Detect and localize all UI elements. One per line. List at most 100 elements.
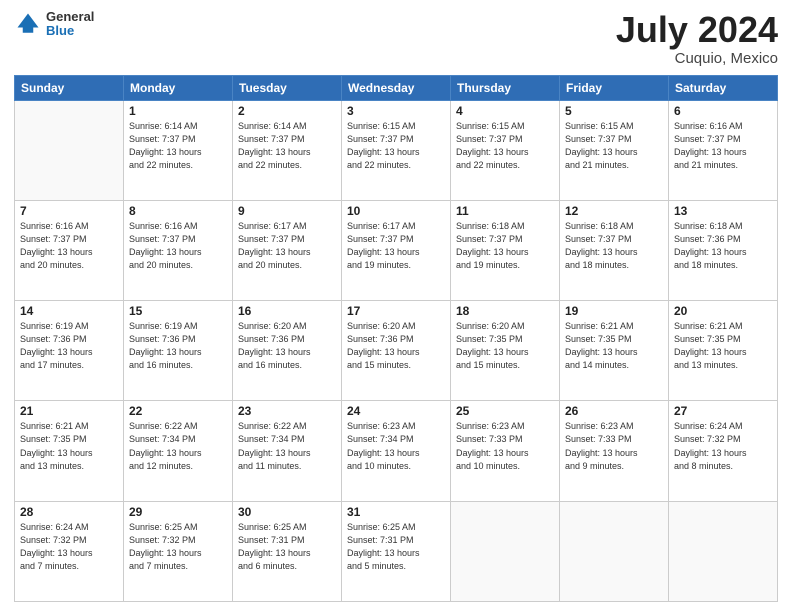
week-row-5: 28 Sunrise: 6:24 AM Sunset: 7:32 PM Dayli…: [15, 501, 778, 601]
day-info: Sunrise: 6:21 AM Sunset: 7:35 PM Dayligh…: [565, 320, 663, 372]
calendar-cell: 11 Sunrise: 6:18 AM Sunset: 7:37 PM Dayli…: [451, 200, 560, 300]
calendar-cell: 14 Sunrise: 6:19 AM Sunset: 7:36 PM Dayli…: [15, 301, 124, 401]
day-info: Sunrise: 6:16 AM Sunset: 7:37 PM Dayligh…: [674, 120, 772, 172]
calendar-cell: 10 Sunrise: 6:17 AM Sunset: 7:37 PM Dayli…: [342, 200, 451, 300]
calendar-cell: 12 Sunrise: 6:18 AM Sunset: 7:37 PM Dayli…: [560, 200, 669, 300]
day-info: Sunrise: 6:17 AM Sunset: 7:37 PM Dayligh…: [347, 220, 445, 272]
calendar-cell: [669, 501, 778, 601]
day-info: Sunrise: 6:16 AM Sunset: 7:37 PM Dayligh…: [129, 220, 227, 272]
calendar-cell: 19 Sunrise: 6:21 AM Sunset: 7:35 PM Dayli…: [560, 301, 669, 401]
day-number: 18: [456, 304, 554, 318]
title-month: July 2024: [616, 10, 778, 50]
calendar-header-sunday: Sunday: [15, 75, 124, 100]
day-number: 13: [674, 204, 772, 218]
day-info: Sunrise: 6:17 AM Sunset: 7:37 PM Dayligh…: [238, 220, 336, 272]
day-number: 10: [347, 204, 445, 218]
day-number: 9: [238, 204, 336, 218]
calendar-cell: 9 Sunrise: 6:17 AM Sunset: 7:37 PM Daylig…: [233, 200, 342, 300]
calendar-cell: [15, 100, 124, 200]
day-number: 17: [347, 304, 445, 318]
day-number: 11: [456, 204, 554, 218]
day-number: 22: [129, 404, 227, 418]
header: General Blue July 2024 Cuquio, Mexico: [14, 10, 778, 67]
page-container: General Blue July 2024 Cuquio, Mexico Su…: [0, 0, 792, 612]
day-info: Sunrise: 6:18 AM Sunset: 7:37 PM Dayligh…: [456, 220, 554, 272]
day-info: Sunrise: 6:22 AM Sunset: 7:34 PM Dayligh…: [238, 420, 336, 472]
day-number: 1: [129, 104, 227, 118]
day-number: 5: [565, 104, 663, 118]
day-info: Sunrise: 6:24 AM Sunset: 7:32 PM Dayligh…: [20, 521, 118, 573]
day-number: 31: [347, 505, 445, 519]
day-number: 4: [456, 104, 554, 118]
calendar-cell: 6Sunrise: 6:16 AM Sunset: 7:37 PM Daylig…: [669, 100, 778, 200]
day-info: Sunrise: 6:19 AM Sunset: 7:36 PM Dayligh…: [20, 320, 118, 372]
calendar-cell: 20 Sunrise: 6:21 AM Sunset: 7:35 PM Dayli…: [669, 301, 778, 401]
day-info: Sunrise: 6:21 AM Sunset: 7:35 PM Dayligh…: [674, 320, 772, 372]
calendar-header-tuesday: Tuesday: [233, 75, 342, 100]
week-row-4: 21Sunrise: 6:21 AM Sunset: 7:35 PM Dayli…: [15, 401, 778, 501]
day-number: 25: [456, 404, 554, 418]
day-info: Sunrise: 6:20 AM Sunset: 7:36 PM Dayligh…: [347, 320, 445, 372]
day-info: Sunrise: 6:18 AM Sunset: 7:37 PM Dayligh…: [565, 220, 663, 272]
calendar-cell: 23Sunrise: 6:22 AM Sunset: 7:34 PM Dayli…: [233, 401, 342, 501]
calendar-cell: [560, 501, 669, 601]
calendar-cell: 30Sunrise: 6:25 AM Sunset: 7:31 PM Dayli…: [233, 501, 342, 601]
title-block: July 2024 Cuquio, Mexico: [616, 10, 778, 67]
logo-blue: Blue: [46, 24, 94, 38]
week-row-1: 1 Sunrise: 6:14 AM Sunset: 7:37 PM Daylig…: [15, 100, 778, 200]
day-number: 15: [129, 304, 227, 318]
calendar-cell: 24 Sunrise: 6:23 AM Sunset: 7:34 PM Dayli…: [342, 401, 451, 501]
day-info: Sunrise: 6:15 AM Sunset: 7:37 PM Dayligh…: [456, 120, 554, 172]
calendar-cell: 17 Sunrise: 6:20 AM Sunset: 7:36 PM Dayli…: [342, 301, 451, 401]
day-info: Sunrise: 6:21 AM Sunset: 7:35 PM Dayligh…: [20, 420, 118, 472]
calendar-header-row: SundayMondayTuesdayWednesdayThursdayFrid…: [15, 75, 778, 100]
day-info: Sunrise: 6:20 AM Sunset: 7:35 PM Dayligh…: [456, 320, 554, 372]
day-info: Sunrise: 6:16 AM Sunset: 7:37 PM Dayligh…: [20, 220, 118, 272]
day-number: 2: [238, 104, 336, 118]
week-row-3: 14 Sunrise: 6:19 AM Sunset: 7:36 PM Dayli…: [15, 301, 778, 401]
calendar-cell: 31 Sunrise: 6:25 AM Sunset: 7:31 PM Dayli…: [342, 501, 451, 601]
week-row-2: 7 Sunrise: 6:16 AM Sunset: 7:37 PM Daylig…: [15, 200, 778, 300]
calendar-cell: 18 Sunrise: 6:20 AM Sunset: 7:35 PM Dayli…: [451, 301, 560, 401]
calendar-cell: 7 Sunrise: 6:16 AM Sunset: 7:37 PM Daylig…: [15, 200, 124, 300]
day-info: Sunrise: 6:23 AM Sunset: 7:34 PM Dayligh…: [347, 420, 445, 472]
day-number: 3: [347, 104, 445, 118]
day-info: Sunrise: 6:24 AM Sunset: 7:32 PM Dayligh…: [674, 420, 772, 472]
calendar-header-monday: Monday: [124, 75, 233, 100]
calendar-cell: 25 Sunrise: 6:23 AM Sunset: 7:33 PM Dayli…: [451, 401, 560, 501]
day-number: 12: [565, 204, 663, 218]
day-number: 28: [20, 505, 118, 519]
day-info: Sunrise: 6:23 AM Sunset: 7:33 PM Dayligh…: [456, 420, 554, 472]
logo-text: General Blue: [46, 10, 94, 39]
calendar-cell: 27Sunrise: 6:24 AM Sunset: 7:32 PM Dayli…: [669, 401, 778, 501]
calendar-cell: 2 Sunrise: 6:14 AM Sunset: 7:37 PM Daylig…: [233, 100, 342, 200]
day-number: 19: [565, 304, 663, 318]
day-number: 26: [565, 404, 663, 418]
logo-icon: [14, 10, 42, 38]
day-info: Sunrise: 6:14 AM Sunset: 7:37 PM Dayligh…: [238, 120, 336, 172]
day-info: Sunrise: 6:25 AM Sunset: 7:31 PM Dayligh…: [238, 521, 336, 573]
day-number: 24: [347, 404, 445, 418]
day-info: Sunrise: 6:14 AM Sunset: 7:37 PM Dayligh…: [129, 120, 227, 172]
calendar-cell: 29 Sunrise: 6:25 AM Sunset: 7:32 PM Dayli…: [124, 501, 233, 601]
day-number: 20: [674, 304, 772, 318]
calendar-cell: 3Sunrise: 6:15 AM Sunset: 7:37 PM Daylig…: [342, 100, 451, 200]
calendar-cell: 21Sunrise: 6:21 AM Sunset: 7:35 PM Dayli…: [15, 401, 124, 501]
calendar-cell: 26Sunrise: 6:23 AM Sunset: 7:33 PM Dayli…: [560, 401, 669, 501]
day-number: 14: [20, 304, 118, 318]
day-number: 7: [20, 204, 118, 218]
day-info: Sunrise: 6:22 AM Sunset: 7:34 PM Dayligh…: [129, 420, 227, 472]
calendar-header-thursday: Thursday: [451, 75, 560, 100]
day-info: Sunrise: 6:25 AM Sunset: 7:32 PM Dayligh…: [129, 521, 227, 573]
day-info: Sunrise: 6:19 AM Sunset: 7:36 PM Dayligh…: [129, 320, 227, 372]
day-info: Sunrise: 6:20 AM Sunset: 7:36 PM Dayligh…: [238, 320, 336, 372]
calendar-cell: 1 Sunrise: 6:14 AM Sunset: 7:37 PM Daylig…: [124, 100, 233, 200]
title-location: Cuquio, Mexico: [616, 50, 778, 67]
calendar-cell: 16Sunrise: 6:20 AM Sunset: 7:36 PM Dayli…: [233, 301, 342, 401]
day-info: Sunrise: 6:18 AM Sunset: 7:36 PM Dayligh…: [674, 220, 772, 272]
day-info: Sunrise: 6:25 AM Sunset: 7:31 PM Dayligh…: [347, 521, 445, 573]
calendar-cell: 5Sunrise: 6:15 AM Sunset: 7:37 PM Daylig…: [560, 100, 669, 200]
logo-general: General: [46, 10, 94, 24]
day-number: 29: [129, 505, 227, 519]
calendar-header-saturday: Saturday: [669, 75, 778, 100]
